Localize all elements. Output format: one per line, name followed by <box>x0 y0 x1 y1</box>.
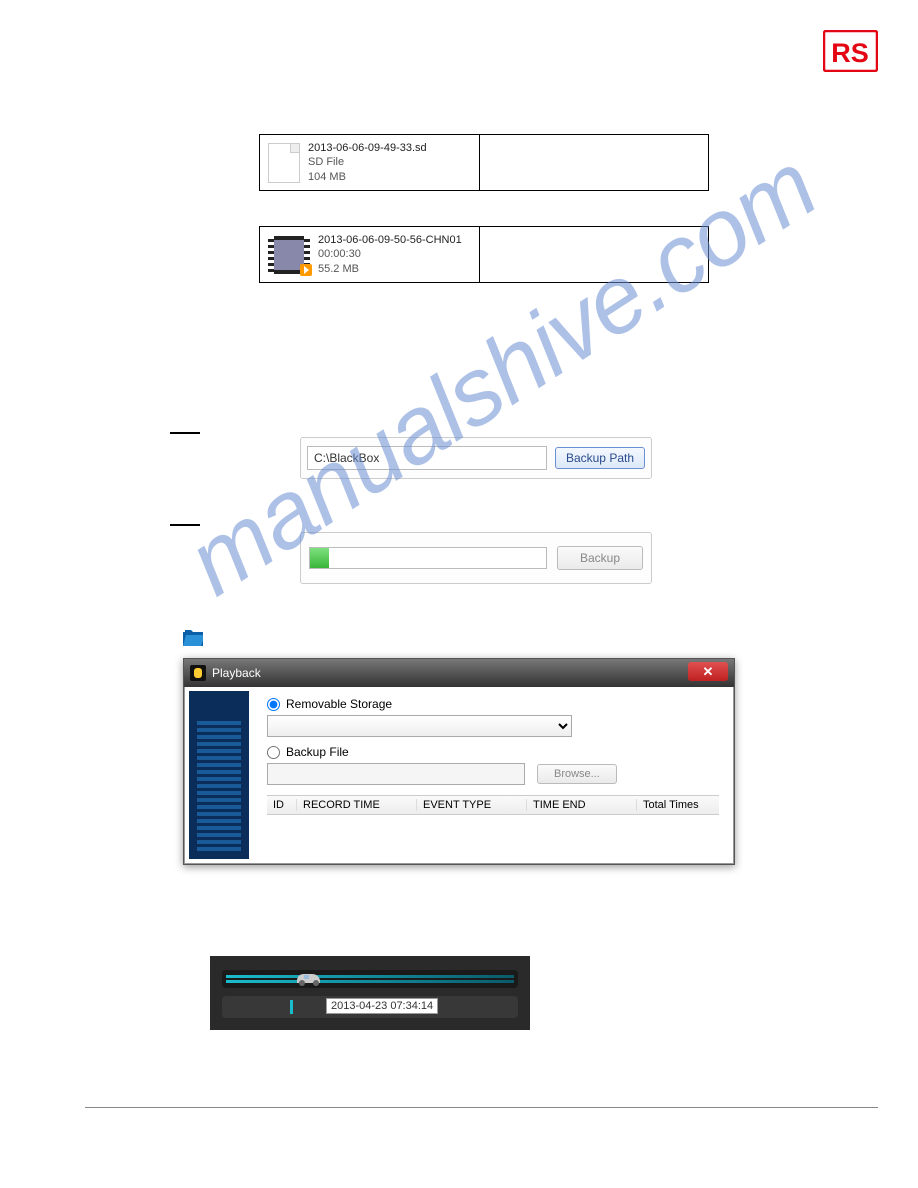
playback-dialog: Playback ✕ Removable Storage Backup File… <box>183 658 735 865</box>
col-total-times[interactable]: Total Times <box>637 799 717 811</box>
col-id[interactable]: ID <box>267 799 297 811</box>
sd-file-item[interactable]: 2013-06-06-09-49-33.sd SD File 104 MB <box>260 135 480 190</box>
dialog-title: Playback <box>212 666 261 680</box>
sd-file-row: 2013-06-06-09-49-33.sd SD File 104 MB <box>259 134 709 191</box>
car-icon[interactable] <box>294 967 324 987</box>
removable-storage-radio[interactable]: Removable Storage <box>267 697 719 711</box>
backup-progress-bar <box>309 547 547 569</box>
dialog-titlebar[interactable]: Playback ✕ <box>184 659 734 687</box>
backup-button[interactable]: Backup <box>557 546 643 570</box>
removable-storage-label: Removable Storage <box>286 697 392 711</box>
col-time-end[interactable]: TIME END <box>527 799 637 811</box>
backup-file-input <box>267 763 525 785</box>
speed-gauge[interactable] <box>222 970 518 988</box>
backup-path-button[interactable]: Backup Path <box>555 447 645 469</box>
timeline-marker[interactable] <box>290 1000 293 1014</box>
divider <box>85 1107 878 1108</box>
backup-path-panel: Backup Path <box>300 437 652 479</box>
file-size: 104 MB <box>308 170 427 184</box>
file-duration: 00:00:30 <box>318 247 462 261</box>
document-icon <box>268 143 300 183</box>
file-size: 55.2 MB <box>318 262 462 276</box>
svg-text:RS: RS <box>831 38 869 68</box>
file-name: 2013-06-06-09-49-33.sd <box>308 141 427 155</box>
close-icon: ✕ <box>703 664 714 680</box>
speed-timeline-panel: 2013-04-23 07:34:14 <box>210 956 530 1030</box>
backup-progress-panel: Backup <box>300 532 652 584</box>
backup-path-input[interactable] <box>307 446 547 470</box>
file-name: 2013-06-06-09-50-56-CHN01 <box>318 233 462 247</box>
browse-button[interactable]: Browse... <box>537 764 617 784</box>
close-button[interactable]: ✕ <box>688 662 728 681</box>
col-event-type[interactable]: EVENT TYPE <box>417 799 527 811</box>
folder-open-icon[interactable] <box>183 629 203 647</box>
step-marker <box>170 524 200 526</box>
playback-icon <box>190 665 206 681</box>
col-record-time[interactable]: RECORD TIME <box>297 799 417 811</box>
video-file-item[interactable]: 2013-06-06-09-50-56-CHN01 00:00:30 55.2 … <box>260 227 480 282</box>
timeline-bar[interactable]: 2013-04-23 07:34:14 <box>222 996 518 1018</box>
dialog-sidebar <box>189 691 249 859</box>
backup-file-label: Backup File <box>286 745 349 759</box>
storage-select[interactable] <box>267 715 572 737</box>
timestamp-tooltip: 2013-04-23 07:34:14 <box>326 998 438 1014</box>
step-marker <box>170 432 200 434</box>
backup-file-radio[interactable]: Backup File <box>267 745 719 759</box>
video-thumbnail-icon <box>268 236 310 274</box>
backup-file-radio-input[interactable] <box>267 746 280 759</box>
results-table-header: ID RECORD TIME EVENT TYPE TIME END Total… <box>267 795 719 815</box>
file-type: SD File <box>308 155 427 169</box>
video-file-row: 2013-06-06-09-50-56-CHN01 00:00:30 55.2 … <box>259 226 709 283</box>
removable-storage-radio-input[interactable] <box>267 698 280 711</box>
rs-logo: RS <box>823 30 878 77</box>
